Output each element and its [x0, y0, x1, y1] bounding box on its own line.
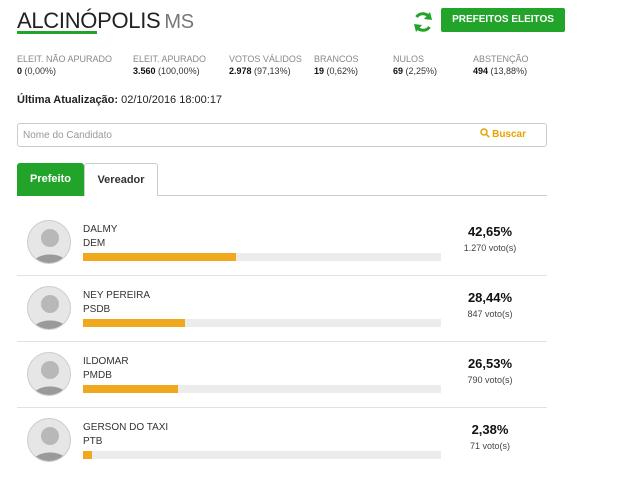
candidate-name: DALMY [83, 224, 118, 235]
vote-bar-fill [83, 451, 92, 459]
candidate-percentage: 42,65% [467, 224, 513, 239]
vote-bar [83, 451, 441, 459]
candidate-votes: 790 voto(s) [467, 375, 513, 385]
city-name: ALCINÓPOLIS [17, 8, 161, 33]
candidate-party: PSDB [83, 304, 111, 315]
vote-bar [83, 319, 441, 327]
candidate-party: DEM [83, 238, 106, 249]
stat-value: 3.560 (100,00%) [133, 66, 200, 76]
stat-votos-validos: VOTOS VÁLIDOS 2.978 (97,13%) [229, 54, 302, 77]
candidate-row[interactable]: GERSON DO TAXI PTB 2,38% 71 voto(s) [17, 408, 547, 474]
stat-nulos: NULOS 69 (2,25%) [393, 54, 437, 77]
avatar [27, 418, 71, 462]
candidate-row[interactable]: NEY PEREIRA PSDB 28,44% 847 voto(s) [17, 276, 547, 342]
search-input[interactable] [23, 127, 463, 143]
stat-label: ELEIT. NÃO APURADO [17, 54, 113, 64]
candidate-name: ILDOMAR [83, 356, 129, 367]
vote-bar-fill [83, 253, 236, 261]
candidate-votes: 847 voto(s) [467, 309, 513, 319]
stat-label: ABSTENÇÃO [473, 54, 529, 64]
stats-bar: ELEIT. NÃO APURADO 0 (0,00%) ELEIT. APUR… [17, 54, 557, 80]
stat-label: ELEIT. APURADO [133, 54, 207, 64]
candidate-row[interactable]: ILDOMAR PMDB 26,53% 790 voto(s) [17, 342, 547, 408]
last-update: Última Atualização: 02/10/2016 18:00:17 [17, 94, 222, 106]
candidate-percentage: 28,44% [467, 290, 513, 305]
stat-value: 2.978 (97,13%) [229, 66, 291, 76]
prefeitos-eleitos-button[interactable]: PREFEITOS ELEITOS [441, 8, 565, 32]
refresh-icon[interactable] [411, 10, 435, 34]
candidate-search: Buscar [17, 123, 547, 147]
state-code: MS [164, 11, 194, 33]
title-underline [17, 31, 97, 34]
search-icon [480, 128, 490, 138]
tab-prefeito[interactable]: Prefeito [17, 163, 84, 196]
search-button-label: Buscar [492, 129, 526, 140]
candidate-votes: 71 voto(s) [469, 441, 511, 451]
vote-bar-fill [83, 385, 178, 393]
stat-nao-apurado: ELEIT. NÃO APURADO 0 (0,00%) [17, 54, 112, 77]
stat-label: VOTOS VÁLIDOS [229, 54, 302, 64]
candidate-row[interactable]: DALMY DEM 42,65% 1.270 voto(s) [17, 210, 547, 276]
stat-value: 19 (0,62%) [314, 66, 359, 76]
stat-value: 494 (13,88%) [473, 66, 528, 76]
avatar [27, 220, 71, 264]
candidate-name: NEY PEREIRA [83, 290, 151, 301]
stat-value: 69 (2,25%) [393, 66, 438, 76]
stat-value: 0 (0,00%) [17, 66, 57, 76]
stat-label: NULOS [393, 54, 425, 64]
candidate-party: PMDB [83, 370, 112, 381]
tab-vereador[interactable]: Vereador [84, 163, 158, 196]
stat-label: BRANCOS [314, 54, 359, 64]
candidate-votes: 1.270 voto(s) [463, 243, 517, 253]
candidate-party: PTB [83, 436, 103, 447]
vote-bar [83, 385, 441, 393]
last-update-value: 02/10/2016 18:00:17 [121, 94, 223, 106]
vote-bar [83, 253, 441, 261]
vote-bar-fill [83, 319, 185, 327]
office-tabs: Prefeito Vereador [17, 163, 547, 196]
avatar [27, 286, 71, 330]
stat-brancos: BRANCOS 19 (0,62%) [314, 54, 359, 77]
candidate-name: GERSON DO TAXI [83, 422, 169, 433]
stat-apurado: ELEIT. APURADO 3.560 (100,00%) [133, 54, 206, 77]
last-update-label: Última Atualização: [17, 94, 119, 106]
candidate-percentage: 26,53% [467, 356, 513, 371]
search-button[interactable]: Buscar [480, 128, 526, 140]
avatar [27, 352, 71, 396]
candidate-percentage: 2,38% [471, 422, 509, 437]
stat-abstencao: ABSTENÇÃO 494 (13,88%) [473, 54, 529, 77]
